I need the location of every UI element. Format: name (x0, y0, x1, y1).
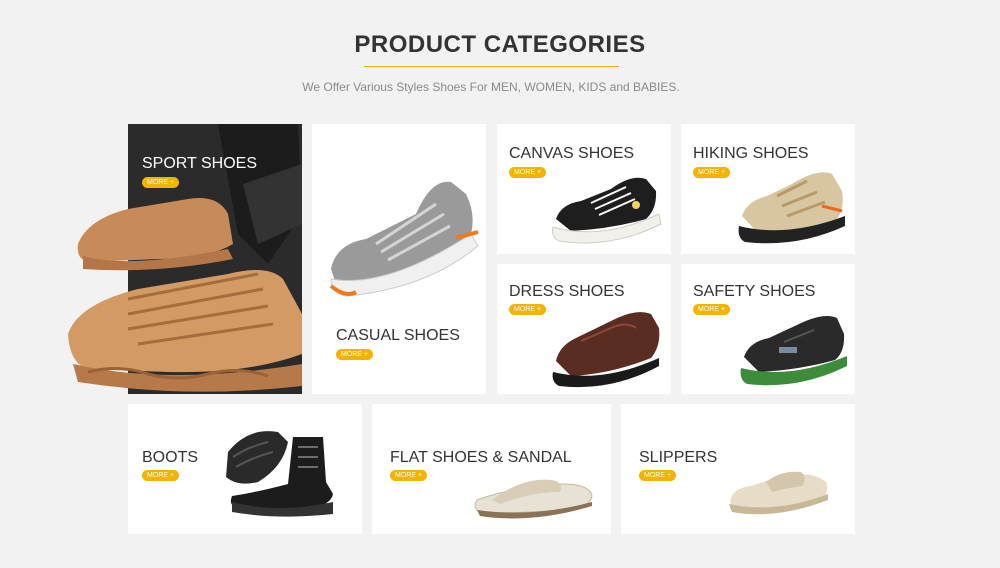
category-label: HIKING SHOES (693, 145, 809, 162)
more-button[interactable]: MORE + (509, 304, 547, 315)
safety-shoe-image (740, 316, 847, 386)
page-title: PRODUCT CATEGORIES (354, 31, 646, 58)
more-button[interactable]: MORE + (693, 304, 731, 315)
category-label: CANVAS SHOES (509, 145, 635, 162)
category-card-sport-shoes[interactable]: SPORT SHOES MORE + (68, 124, 302, 394)
category-label: CASUAL SHOES (336, 327, 460, 344)
page-subtitle: We Offer Various Styles Shoes For MEN, W… (302, 80, 680, 94)
category-card-dress-shoes[interactable]: DRESS SHOES MORE + (497, 264, 671, 394)
title-underline (364, 66, 619, 67)
category-card-canvas-shoes[interactable]: CANVAS SHOES MORE + (497, 124, 671, 254)
more-button[interactable]: MORE + (142, 177, 180, 188)
hiking-shoe-image (738, 172, 845, 244)
category-label: SPORT SHOES (142, 155, 257, 172)
boots-image (226, 431, 333, 517)
category-label: BOOTS (142, 449, 199, 466)
category-card-casual-shoes[interactable]: CASUAL SHOES MORE + (312, 124, 486, 394)
category-label: SAFETY SHOES (693, 283, 816, 300)
category-card-slippers[interactable]: SLIPPERS MORE + (621, 404, 855, 534)
more-button[interactable]: MORE + (142, 470, 180, 481)
category-card-safety-shoes[interactable]: SAFETY SHOES MORE + (681, 264, 855, 394)
dress-shoe-image (552, 312, 660, 388)
category-label: DRESS SHOES (509, 283, 625, 300)
category-label: SLIPPERS (639, 449, 718, 466)
category-label: FLAT SHOES & SANDAL (390, 449, 572, 466)
category-card-hiking-shoes[interactable]: HIKING SHOES MORE + (681, 124, 855, 254)
more-button[interactable]: MORE + (509, 167, 547, 178)
more-button[interactable]: MORE + (336, 349, 374, 360)
category-card-boots[interactable]: BOOTS MORE + (128, 404, 362, 534)
slipper-image (729, 471, 828, 515)
more-button[interactable]: MORE + (390, 470, 428, 481)
category-card-flat-shoes-sandal[interactable]: FLAT SHOES & SANDAL MORE + (372, 404, 611, 534)
canvas-shoe-image (552, 177, 662, 244)
more-button[interactable]: MORE + (693, 167, 731, 178)
casual-shoe-image (329, 181, 479, 297)
sandal-image (474, 479, 593, 519)
more-button[interactable]: MORE + (639, 470, 677, 481)
